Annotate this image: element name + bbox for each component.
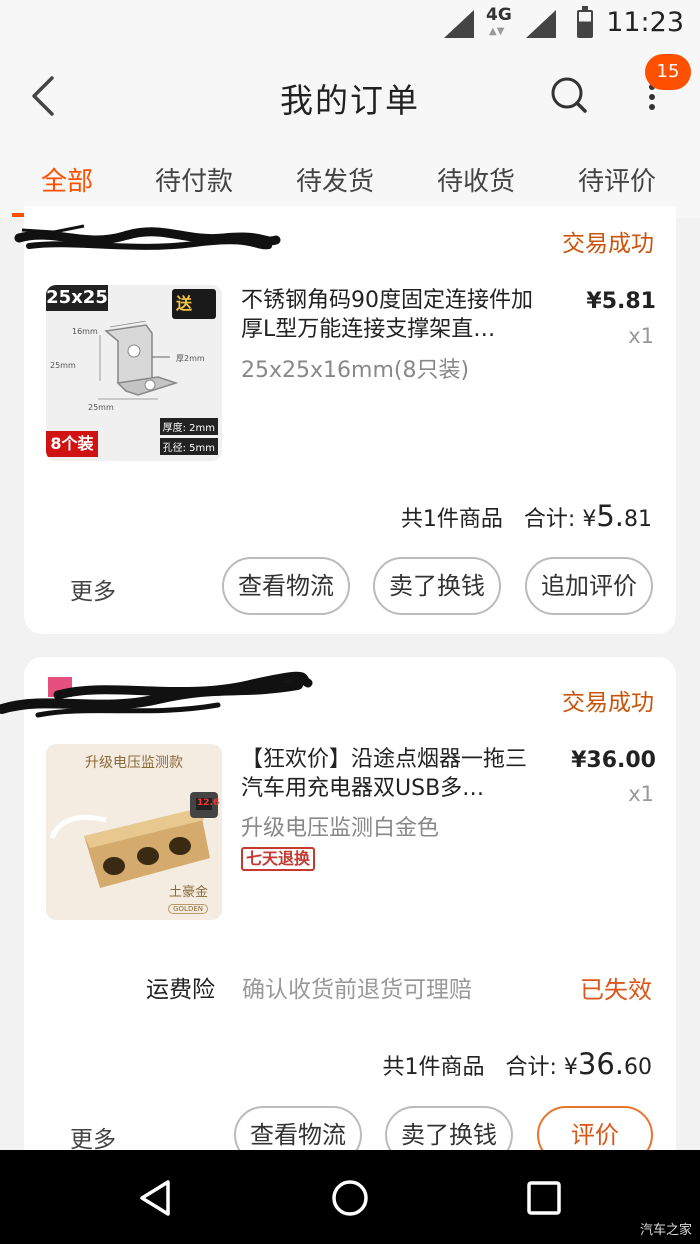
thumb-size-label: 25x25 (46, 285, 108, 311)
total-label: 合计: (523, 507, 576, 532)
thumb-spec-hole: 孔径: 5mm (159, 438, 218, 455)
status-time: 11:23 (606, 7, 684, 38)
product-title[interactable]: 【狂欢价】沿途点烟器一拖三汽车用充电器双USB多… (241, 745, 541, 803)
tab-pending-receipt[interactable]: 待收货 (437, 161, 515, 198)
order-card[interactable]: 交易成功 25x25 送 16mm 25mm 厚2mm 25mm 8个装 厚度:… (14, 206, 676, 634)
battery-icon (577, 6, 593, 38)
data-arrows-icon: ▲▼ (489, 26, 505, 37)
nav-home-icon[interactable] (328, 1176, 372, 1220)
product-thumbnail[interactable]: 升级电压监测款 12.6 土豪金 GOLDEN (46, 744, 222, 920)
shipping-insurance-label: 运费险 (146, 977, 215, 1003)
signal-icon-2 (526, 10, 556, 38)
car-charger-illustration (50, 792, 218, 888)
thumb-spec-thickness: 厚度: 2mm (159, 418, 218, 435)
thumb-voltage: 12.6 (197, 798, 220, 808)
product-price: ¥5.81 (586, 289, 656, 314)
order-summary: 共1件商品 合计: ¥36.60 (382, 1047, 652, 1081)
tab-pending-shipment[interactable]: 待发货 (296, 161, 374, 198)
tab-pending-payment[interactable]: 待付款 (155, 161, 233, 198)
thumb-count-label: 8个装 (46, 431, 98, 457)
nav-back-icon[interactable] (134, 1176, 178, 1220)
redacted-shop-name (14, 224, 281, 250)
order-status: 交易成功 (562, 231, 654, 257)
thumb-gift-label: 送 (172, 289, 216, 319)
total-int: 5. (596, 499, 624, 533)
thumb-color-label: 土豪金 (168, 885, 208, 900)
search-icon[interactable] (548, 74, 588, 118)
currency: ¥ (582, 507, 597, 532)
order-card[interactable]: 交易成功 升级电压监测款 12.6 土豪金 GOLDEN 【狂欢价】沿途点烟器一… (0, 657, 676, 1177)
product-sku: 升级电压监测白金色 (241, 816, 440, 841)
thumb-header-label: 升级电压监测款 (85, 755, 183, 771)
dim-depth: 16mm (72, 327, 98, 336)
notification-badge: 15 (645, 54, 691, 90)
shipping-insurance-state: 已失效 (580, 976, 652, 1004)
more-link[interactable]: 更多 (70, 572, 116, 606)
status-bar: 4G ▲▼ 11:23 (0, 0, 700, 50)
total-dec: 60 (624, 1055, 652, 1080)
dim-thickness: 厚2mm (176, 354, 205, 363)
product-title[interactable]: 不锈钢角码90度固定连接件加厚L型万能连接支撑架直… (241, 286, 541, 344)
signal-icon (444, 10, 474, 38)
dim-height: 25mm (50, 361, 76, 370)
view-logistics-button[interactable]: 查看物流 (222, 557, 350, 615)
tab-pending-review[interactable]: 待评价 (578, 161, 656, 198)
page-title: 我的订单 (280, 81, 420, 120)
system-nav-bar: 汽车之家 (0, 1150, 700, 1244)
nav-recents-icon[interactable] (522, 1176, 566, 1220)
item-count: 共1件商品 (400, 507, 503, 532)
product-qty: x1 (628, 324, 654, 348)
dim-width: 25mm (88, 403, 114, 412)
item-count: 共1件商品 (382, 1055, 485, 1080)
tab-all[interactable]: 全部 (41, 161, 93, 198)
product-thumbnail[interactable]: 25x25 送 16mm 25mm 厚2mm 25mm 8个装 厚度: 2mm … (46, 285, 222, 461)
network-label: 4G (486, 5, 512, 25)
app-header: 我的订单 15 (0, 50, 700, 145)
watermark: 汽车之家 (639, 1223, 692, 1238)
seven-day-return-tag: 七天退换 (241, 847, 316, 871)
resell-button[interactable]: 卖了换钱 (373, 557, 501, 615)
product-price: ¥36.00 (571, 748, 656, 773)
currency: ¥ (563, 1055, 578, 1080)
product-sku: 25x25x16mm(8只装) (241, 358, 470, 383)
order-summary: 共1件商品 合计: ¥5.81 (401, 499, 652, 533)
order-status: 交易成功 (562, 690, 654, 716)
total-int: 36. (577, 1047, 624, 1081)
add-review-button[interactable]: 追加评价 (525, 557, 653, 615)
thumb-color-sub: GOLDEN (168, 904, 208, 914)
total-label: 合计: (505, 1055, 557, 1080)
product-qty: x1 (628, 782, 654, 806)
total-dec: 81 (624, 507, 652, 532)
redacted-shop-name (0, 671, 313, 718)
top-bar: 4G ▲▼ 11:23 我的订单 15 全部 待付款 待发货 待收货 待评价 (0, 0, 700, 218)
shipping-insurance-desc: 确认收货前退货可理赔 (242, 977, 472, 1003)
more-link[interactable]: 更多 (70, 1120, 116, 1154)
